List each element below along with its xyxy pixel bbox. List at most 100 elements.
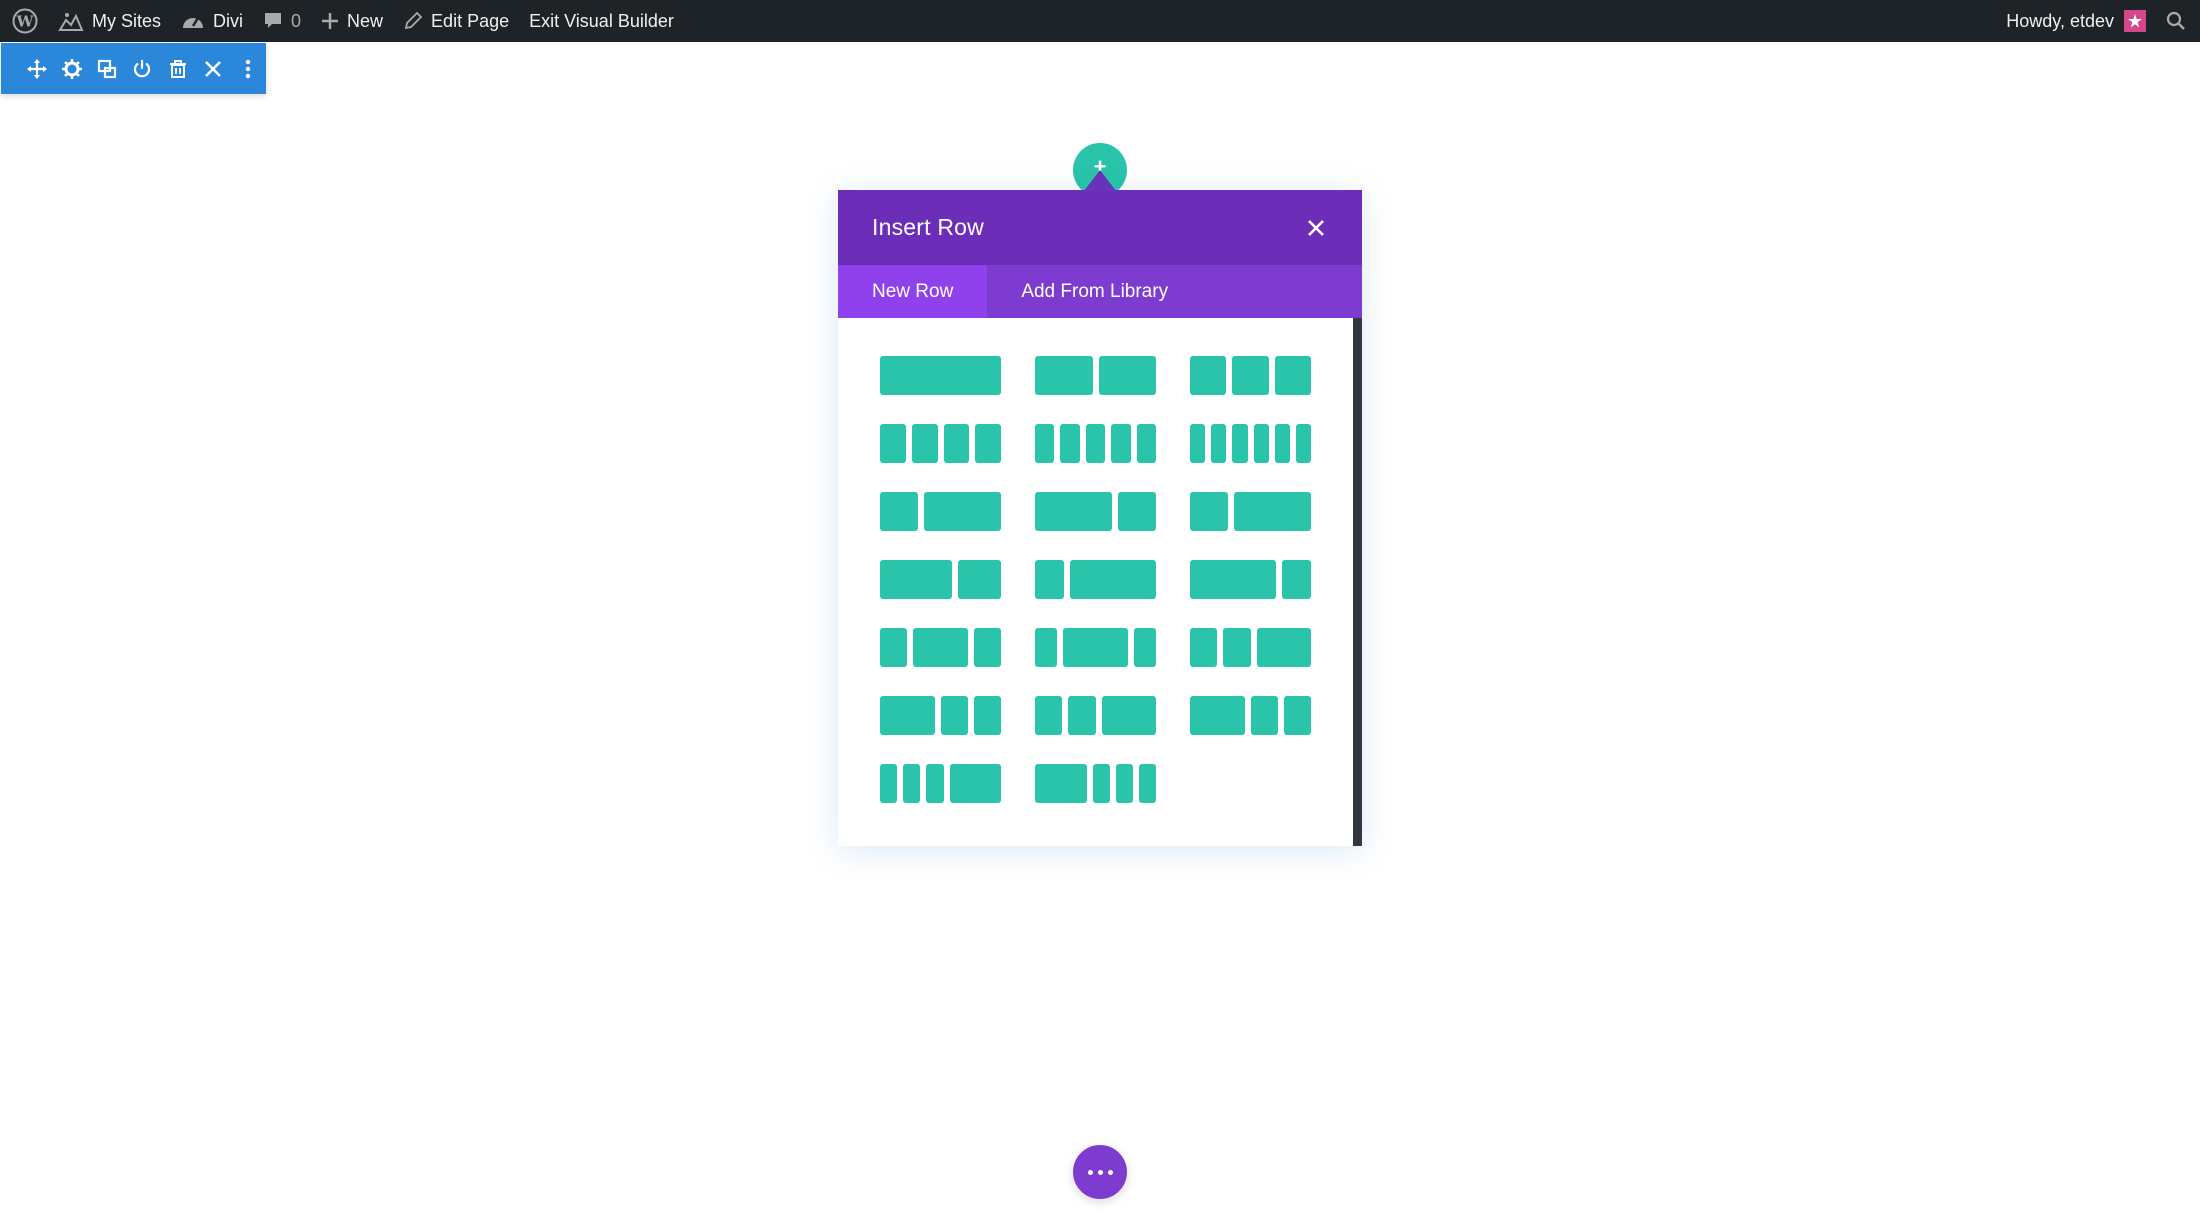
layout-column [1092, 764, 1110, 803]
row-layout-option[interactable] [1190, 424, 1312, 463]
layout-column [949, 764, 1002, 803]
layout-column [911, 424, 938, 463]
row-layout-option[interactable] [1035, 492, 1156, 531]
row-layout-option[interactable] [880, 696, 1001, 735]
modal-title: Insert Row [872, 214, 984, 240]
layout-column [1117, 492, 1156, 531]
exit-button[interactable] [195, 51, 230, 87]
layout-column [940, 696, 968, 735]
layout-column [880, 628, 908, 667]
row-layout-option[interactable] [1190, 492, 1311, 531]
row-layout-option[interactable] [1035, 764, 1157, 803]
scrollbar[interactable] [1353, 318, 1362, 846]
layout-column [913, 628, 968, 667]
row-layout-option[interactable] [880, 628, 1001, 667]
layout-column [1190, 424, 1206, 463]
layout-column [1234, 492, 1311, 531]
close-icon [1308, 219, 1324, 236]
move-button[interactable] [19, 51, 54, 87]
my-sites-menu[interactable]: My Sites [48, 0, 171, 42]
pencil-icon [404, 11, 423, 30]
delete-button[interactable] [160, 51, 195, 87]
layout-column [1190, 560, 1277, 599]
layout-column [1134, 628, 1156, 667]
exit-visual-builder-label: Exit Visual Builder [529, 10, 674, 31]
comments-menu[interactable]: 0 [253, 0, 311, 42]
layout-column [1250, 696, 1278, 735]
layout-column [926, 764, 944, 803]
layout-column [1232, 356, 1269, 395]
search-button[interactable] [2156, 0, 2200, 42]
modal-close-button[interactable] [1304, 216, 1328, 240]
modal-pointer [1084, 170, 1116, 191]
layout-column [1138, 764, 1157, 803]
move-icon [26, 58, 47, 79]
row-layout-option[interactable] [1190, 356, 1311, 395]
insert-row-modal: Insert Row New Row Add From Library [838, 190, 1362, 846]
layout-column [1035, 696, 1063, 735]
layout-column [975, 424, 1001, 463]
layout-column [1136, 424, 1157, 463]
tab-label: New Row [872, 280, 954, 302]
layout-column [1274, 424, 1290, 463]
page-settings-button[interactable] [1073, 1145, 1127, 1199]
dot [1107, 1169, 1113, 1175]
divi-menu[interactable]: Divi [171, 0, 253, 42]
svg-text:W: W [16, 13, 35, 31]
row-layout-option[interactable] [880, 424, 1001, 463]
tab-add-from-library[interactable]: Add From Library [987, 265, 1202, 318]
layout-column [1190, 628, 1218, 667]
layout-column [880, 560, 952, 599]
settings-button[interactable] [54, 51, 89, 87]
layout-column [1253, 424, 1269, 463]
row-layout-option[interactable] [1190, 696, 1311, 735]
row-layout-option[interactable] [880, 356, 1001, 395]
layout-column [973, 628, 1001, 667]
edit-page-link[interactable]: Edit Page [393, 0, 519, 42]
layout-column [880, 356, 1001, 395]
layout-column [924, 492, 1001, 531]
tab-new-row[interactable]: New Row [838, 265, 988, 318]
avatar [2124, 10, 2146, 32]
layout-column [1062, 628, 1129, 667]
wordpress-logo-button[interactable]: W [0, 0, 48, 42]
row-layout-option[interactable] [1035, 356, 1156, 395]
layout-column [1035, 356, 1093, 395]
row-layout-option[interactable] [880, 764, 1002, 803]
exit-visual-builder-link[interactable]: Exit Visual Builder [519, 0, 684, 42]
row-layout-option[interactable] [880, 560, 1001, 599]
account-menu[interactable]: Howdy, etdev [1996, 0, 2156, 42]
modal-tabs: New Row Add From Library [838, 265, 1362, 318]
layout-column [1035, 628, 1057, 667]
row-layout-option[interactable] [1035, 560, 1156, 599]
layout-column [1035, 764, 1087, 803]
search-icon [2166, 11, 2185, 30]
tab-label: Add From Library [1021, 280, 1169, 302]
layout-column [1111, 424, 1131, 463]
row-layout-option[interactable] [1190, 628, 1311, 667]
layout-column [1295, 424, 1312, 463]
edit-page-label: Edit Page [431, 10, 510, 31]
dashboard-gauge-icon [183, 17, 204, 28]
duplicate-button[interactable] [90, 51, 125, 87]
row-layout-option[interactable] [1190, 560, 1311, 599]
row-layout-option[interactable] [880, 492, 1001, 531]
row-layout-option[interactable] [1035, 696, 1156, 735]
power-icon [134, 59, 151, 77]
dot [1087, 1169, 1093, 1175]
row-layout-option[interactable] [1035, 628, 1156, 667]
layout-column [1098, 356, 1156, 395]
row-layout-option[interactable] [1035, 424, 1157, 463]
toggle-button[interactable] [125, 51, 160, 87]
more-options-button[interactable] [231, 51, 266, 87]
section-toolbar [1, 43, 266, 94]
layout-column [973, 696, 1001, 735]
layout-column [1060, 424, 1080, 463]
close-icon [205, 60, 221, 77]
comment-bubble-icon [265, 13, 282, 28]
new-label: New [347, 10, 384, 31]
layout-column [1282, 560, 1311, 599]
layout-column [1115, 764, 1133, 803]
new-content-menu[interactable]: New [311, 0, 393, 42]
layout-column [880, 764, 898, 803]
